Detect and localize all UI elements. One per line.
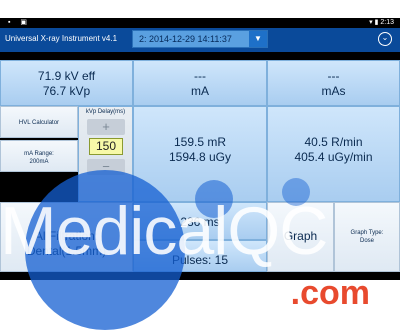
delay-value-field[interactable]: 150 [89, 138, 123, 155]
ma-value: --- [194, 69, 206, 83]
chevron-down-icon[interactable]: ▼ [249, 31, 267, 47]
system-status: ▾ ▮ 2:13 [369, 19, 394, 26]
delay-increment-button[interactable]: + [87, 119, 125, 135]
watermark-logo-suffix: .com [290, 274, 370, 312]
kv-eff-value: 71.9 kV eff [37, 69, 96, 83]
app-title: Universal X-ray Instrument v4.1 [5, 34, 118, 43]
status-bar: ▪ ▣ ▾ ▮ 2:13 [0, 18, 400, 28]
watermark-logo: MedicalQC [0, 193, 328, 269]
kvp-value: 76.7 kVp [42, 84, 91, 98]
mas-tile[interactable]: --- mAs [267, 60, 400, 106]
overflow-menu-icon[interactable]: ⌄ [378, 32, 392, 46]
hvl-calculator-button[interactable]: HVL Calculator [0, 106, 78, 138]
measurement-select[interactable]: 2: 2014-12-29 14:11:37 ▼ [132, 30, 268, 48]
rate-ugymin-value: 405.4 uGy/min [294, 150, 373, 164]
mas-unit: mAs [321, 84, 346, 98]
kv-tile[interactable]: 71.9 kV eff 76.7 kVp [0, 60, 133, 106]
ma-range-value: 200mA [29, 159, 49, 165]
notification-icons: ▪ ▣ [8, 19, 32, 26]
app-header: Universal X-ray Instrument v4.1 2: 2014-… [0, 28, 400, 52]
measurement-select-value: 2: 2014-12-29 14:11:37 [139, 34, 232, 44]
ma-tile[interactable]: --- mA [133, 60, 267, 106]
ma-unit: mA [191, 84, 209, 98]
rate-rmin-value: 40.5 R/min [304, 135, 363, 149]
ma-range-label: mA Range: [24, 151, 54, 157]
mas-value: --- [327, 69, 340, 83]
kvp-delay-label: kVp Delay(ms) [85, 109, 126, 115]
dose-mr-value: 159.5 mR [173, 135, 227, 149]
hvl-calculator-label: HVL Calculator [18, 120, 60, 126]
ma-range-button[interactable]: mA Range: 200mA [0, 140, 78, 172]
dose-ugy-value: 1594.8 uGy [168, 150, 232, 164]
